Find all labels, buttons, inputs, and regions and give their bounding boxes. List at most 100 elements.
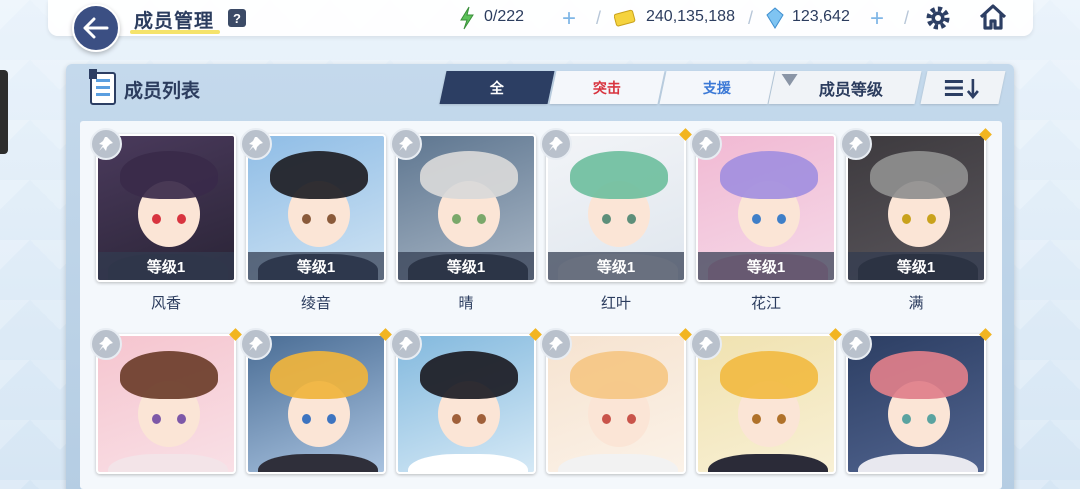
portrait-eye (327, 414, 336, 424)
member-portrait: 等级1 (696, 134, 836, 282)
member-card[interactable] (540, 328, 692, 474)
sort-order-button[interactable] (920, 71, 1006, 104)
separator: / (596, 8, 602, 28)
pin-icon[interactable] (390, 328, 422, 360)
member-name: 红叶 (600, 295, 631, 312)
pin-icon[interactable] (540, 328, 572, 360)
portrait-eye (927, 214, 936, 224)
add-stamina-button[interactable]: + (562, 5, 576, 33)
portrait-hair (120, 351, 218, 399)
member-level: 等级1 (248, 252, 384, 280)
pin-icon[interactable] (840, 128, 872, 160)
add-gems-button[interactable]: + (870, 5, 884, 33)
member-level: 等级1 (98, 252, 234, 280)
screen-edge (0, 70, 8, 154)
member-level: 等级1 (398, 252, 534, 280)
pin-icon[interactable] (690, 128, 722, 160)
home-icon[interactable] (979, 4, 1007, 30)
help-button[interactable]: ? (228, 9, 246, 27)
portrait-hair (570, 351, 668, 399)
member-portrait: 等级1 (846, 134, 986, 282)
portrait-eye (477, 414, 486, 424)
sort-label: 成员等级 (818, 81, 883, 99)
portrait-hair (870, 351, 968, 399)
portrait-eye (752, 414, 761, 424)
member-card[interactable] (390, 328, 542, 474)
portrait-body (258, 454, 378, 472)
stamina-value: 0/222 (484, 8, 525, 25)
pin-icon[interactable] (390, 128, 422, 160)
portrait-eye (777, 214, 786, 224)
member-card[interactable]: 等级1 晴 (390, 128, 536, 314)
member-portrait: 等级1 (246, 134, 386, 282)
member-card[interactable]: 等级1 红叶 (540, 128, 692, 314)
portrait-hair (870, 151, 968, 199)
pin-icon[interactable] (240, 128, 272, 160)
gems-value: 123,642 (792, 8, 850, 25)
portrait-eye (302, 414, 311, 424)
title-underline (130, 30, 220, 34)
back-button[interactable] (72, 4, 120, 52)
member-level: 等级1 (548, 252, 684, 280)
pin-icon[interactable] (90, 328, 122, 360)
member-card[interactable] (690, 328, 842, 474)
pin-icon[interactable] (840, 328, 872, 360)
panel-title: 成员列表 (124, 81, 201, 102)
page-title: 成员管理 (134, 11, 215, 32)
filter-icon (781, 74, 798, 86)
member-list-icon (89, 69, 116, 105)
member-card[interactable]: 等级1 风香 (90, 128, 236, 314)
member-card[interactable] (240, 328, 392, 474)
tab-striker[interactable]: 突击 (549, 71, 665, 104)
portrait-hair (270, 351, 368, 399)
portrait-hair (420, 351, 518, 399)
pin-icon[interactable] (90, 128, 122, 160)
portrait-hair (420, 151, 518, 199)
member-card[interactable] (90, 328, 242, 474)
member-name: 满 (908, 295, 924, 312)
member-card[interactable] (840, 328, 992, 474)
portrait-eye (602, 214, 611, 224)
portrait-body (108, 454, 228, 472)
credit-icon (614, 9, 636, 27)
member-card[interactable]: 等级1 满 (840, 128, 992, 314)
portrait-body (858, 454, 978, 472)
portrait-body (558, 454, 678, 472)
portrait-eye (152, 214, 161, 224)
type-filter-tabs: 全 突击 支援 (439, 71, 775, 104)
portrait-eye (452, 214, 461, 224)
gear-icon[interactable] (925, 5, 951, 31)
sort-dropdown[interactable]: 成员等级 (768, 71, 922, 104)
sort-descending-icon (945, 78, 979, 99)
member-portrait: 等级1 (396, 134, 536, 282)
credits-value: 240,135,188 (646, 8, 735, 25)
portrait-eye (902, 214, 911, 224)
portrait-eye (602, 414, 611, 424)
portrait-eye (902, 414, 911, 424)
portrait-hair (120, 151, 218, 199)
arrow-left-icon (83, 17, 109, 39)
portrait-hair (270, 151, 368, 199)
pin-icon[interactable] (540, 128, 572, 160)
portrait-eye (452, 414, 461, 424)
tab-all[interactable]: 全 (439, 71, 555, 104)
portrait-eye (627, 414, 636, 424)
portrait-eye (777, 414, 786, 424)
separator: / (748, 8, 754, 28)
member-card[interactable]: 等级1 花江 (690, 128, 836, 314)
member-portrait: 等级1 (546, 134, 686, 282)
portrait-eye (177, 414, 186, 424)
portrait-hair (720, 151, 818, 199)
portrait-eye (177, 214, 186, 224)
member-portrait: 等级1 (96, 134, 236, 282)
portrait-hair (570, 151, 668, 199)
portrait-body (708, 454, 828, 472)
portrait-eye (327, 214, 336, 224)
member-card[interactable]: 等级1 绫音 (240, 128, 386, 314)
portrait-eye (302, 214, 311, 224)
tab-special[interactable]: 支援 (659, 71, 775, 104)
portrait-eye (477, 214, 486, 224)
pin-icon[interactable] (240, 328, 272, 360)
pin-icon[interactable] (690, 328, 722, 360)
stamina-icon (460, 6, 474, 30)
